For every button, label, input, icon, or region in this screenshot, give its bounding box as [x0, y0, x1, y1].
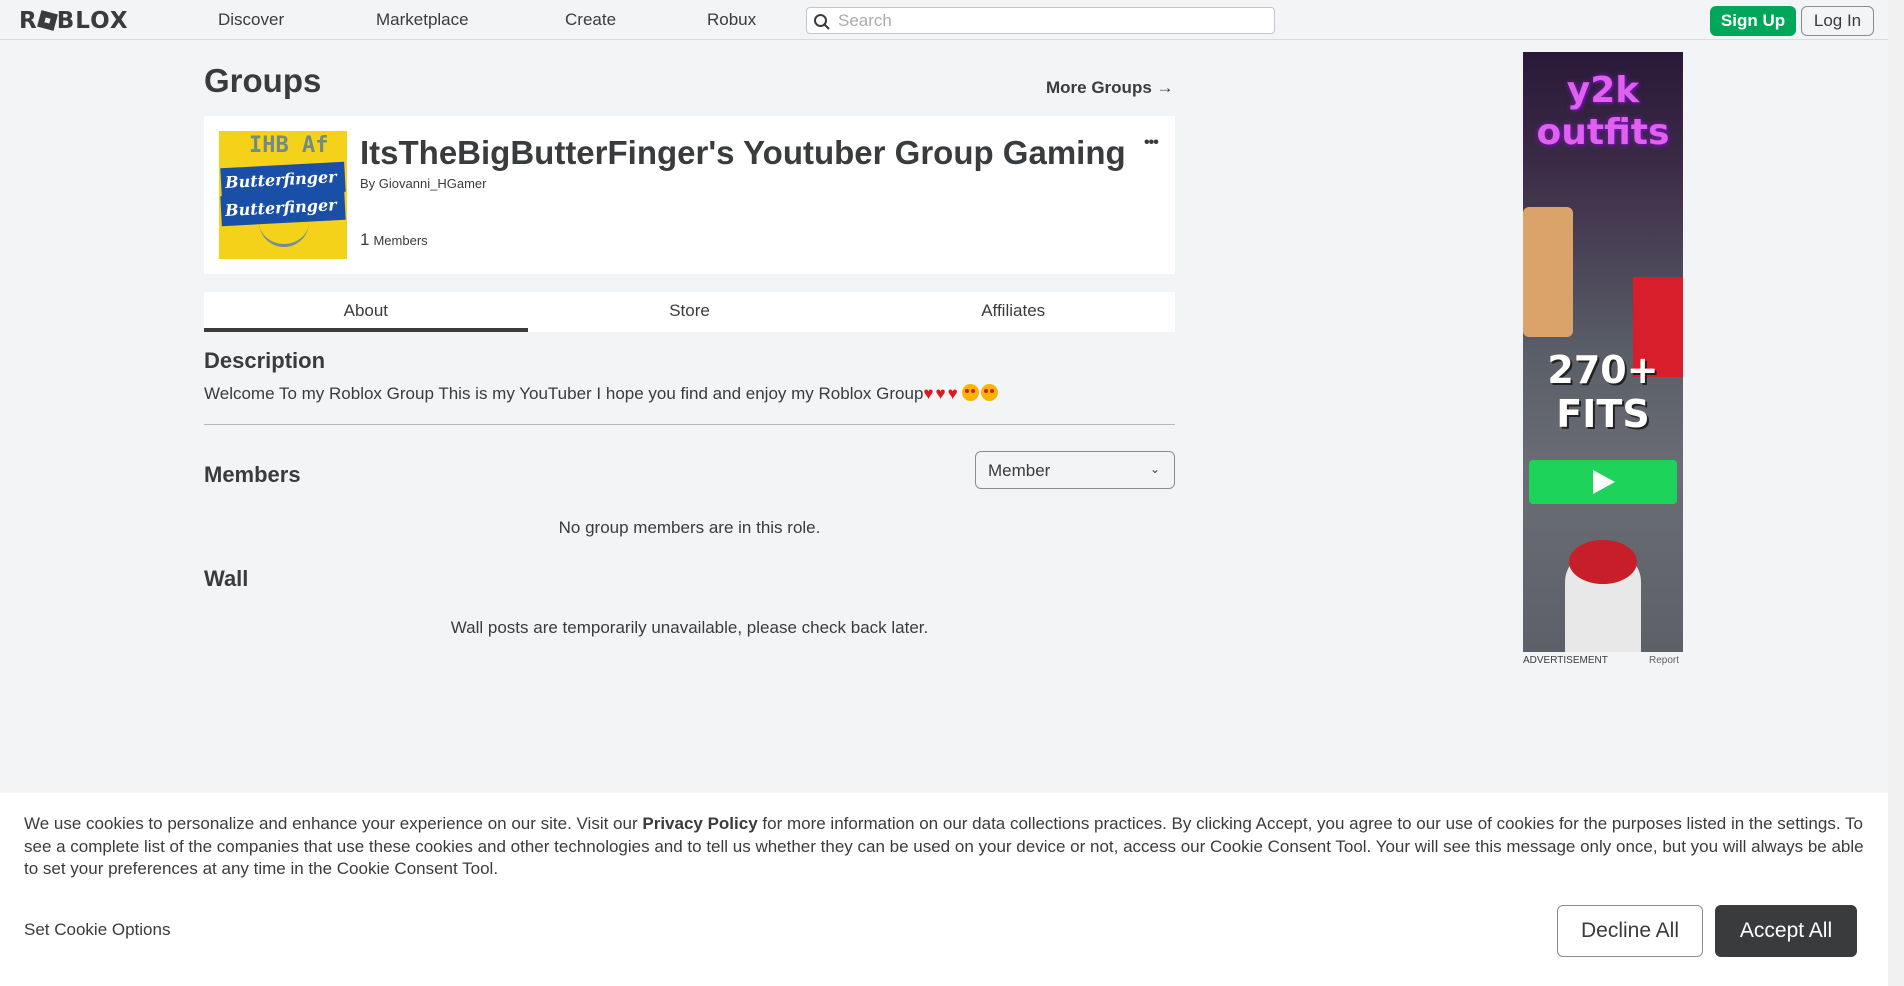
ad-brand-logo: y2k outfits: [1536, 70, 1670, 153]
group-owner-line: By Giovanni_HGamer: [360, 176, 486, 191]
heart-emojis: ♥♥♥: [923, 384, 960, 403]
smiling-hearts-emoji-icon: [980, 384, 998, 401]
advertisement-banner[interactable]: y2k outfits 270+ FITS: [1523, 52, 1683, 652]
page-title: Groups: [204, 62, 322, 99]
privacy-policy-link[interactable]: Privacy Policy: [642, 814, 757, 833]
ad-report-link[interactable]: Report: [1649, 655, 1679, 666]
cookie-banner: We use cookies to personalize and enhanc…: [0, 793, 1888, 986]
by-prefix: By: [360, 176, 376, 191]
accept-all-button[interactable]: Accept All: [1715, 905, 1857, 957]
group-thumbnail: Butterfinger Butterfinger IHB Af: [219, 131, 347, 259]
tab-affiliates[interactable]: Affiliates: [851, 292, 1175, 332]
nav-marketplace[interactable]: Marketplace: [376, 10, 469, 30]
wall-heading: Wall: [204, 566, 249, 591]
more-options-icon[interactable]: •••: [1144, 134, 1159, 152]
ad-label: ADVERTISEMENT: [1523, 655, 1608, 666]
owner-link[interactable]: Giovanni_HGamer: [379, 176, 487, 191]
role-selected-value: Member: [988, 461, 1051, 480]
group-header-card: Butterfinger Butterfinger IHB Af ItsTheB…: [204, 116, 1175, 274]
thumbnail-smile: [259, 219, 309, 247]
cookie-text: We use cookies to personalize and enhanc…: [24, 813, 1874, 881]
ad-play-icon[interactable]: [1529, 460, 1677, 504]
log-in-button[interactable]: Log In: [1801, 6, 1874, 36]
page-scrollbar[interactable]: [1888, 0, 1904, 986]
members-heading: Members: [204, 462, 301, 487]
group-name: ItsTheBigButterFinger's Youtuber Group G…: [360, 134, 1126, 171]
search-icon[interactable]: [813, 13, 831, 31]
nav-discover[interactable]: Discover: [218, 10, 284, 30]
ad-avatar-figure: [1565, 540, 1641, 652]
heart-eyes-emoji-icon: [961, 384, 979, 401]
description-text: Welcome To my Roblox Group This is my Yo…: [204, 384, 998, 404]
nav-robux[interactable]: Robux: [707, 10, 756, 30]
search-box: [806, 7, 1275, 34]
ad-avatar-figure: [1523, 207, 1573, 337]
top-nav: R BLOX Discover Marketplace Create Robux …: [0, 0, 1888, 40]
description-heading: Description: [204, 348, 326, 373]
chevron-down-icon: ⌄: [1149, 462, 1160, 476]
section-divider: [204, 424, 1175, 425]
tab-store[interactable]: Store: [528, 292, 852, 332]
set-cookie-options-link[interactable]: Set Cookie Options: [24, 920, 170, 940]
cookie-text-before: We use cookies to personalize and enhanc…: [24, 814, 643, 833]
search-input[interactable]: [838, 10, 1258, 31]
members-count: 1 Members: [360, 230, 428, 250]
members-count-value: 1: [360, 230, 370, 249]
roblox-logo[interactable]: R BLOX: [19, 8, 129, 34]
nav-create[interactable]: Create: [565, 10, 616, 30]
tab-about[interactable]: About: [204, 292, 528, 332]
ad-headline: 270+ FITS: [1547, 348, 1659, 436]
members-count-label: Members: [373, 233, 428, 248]
description-body: Welcome To my Roblox Group This is my Yo…: [204, 384, 924, 403]
thumbnail-scrawl: IHB Af: [249, 133, 329, 158]
more-groups-link[interactable]: More Groups →: [1046, 78, 1174, 98]
group-tabs: About Store Affiliates: [204, 292, 1175, 332]
sign-up-button[interactable]: Sign Up: [1710, 6, 1796, 36]
members-empty-message: No group members are in this role.: [558, 518, 821, 537]
wall-empty-message: Wall posts are temporarily unavailable, …: [450, 618, 929, 637]
decline-all-button[interactable]: Decline All: [1557, 905, 1703, 957]
role-dropdown[interactable]: Member ⌄: [975, 451, 1175, 489]
